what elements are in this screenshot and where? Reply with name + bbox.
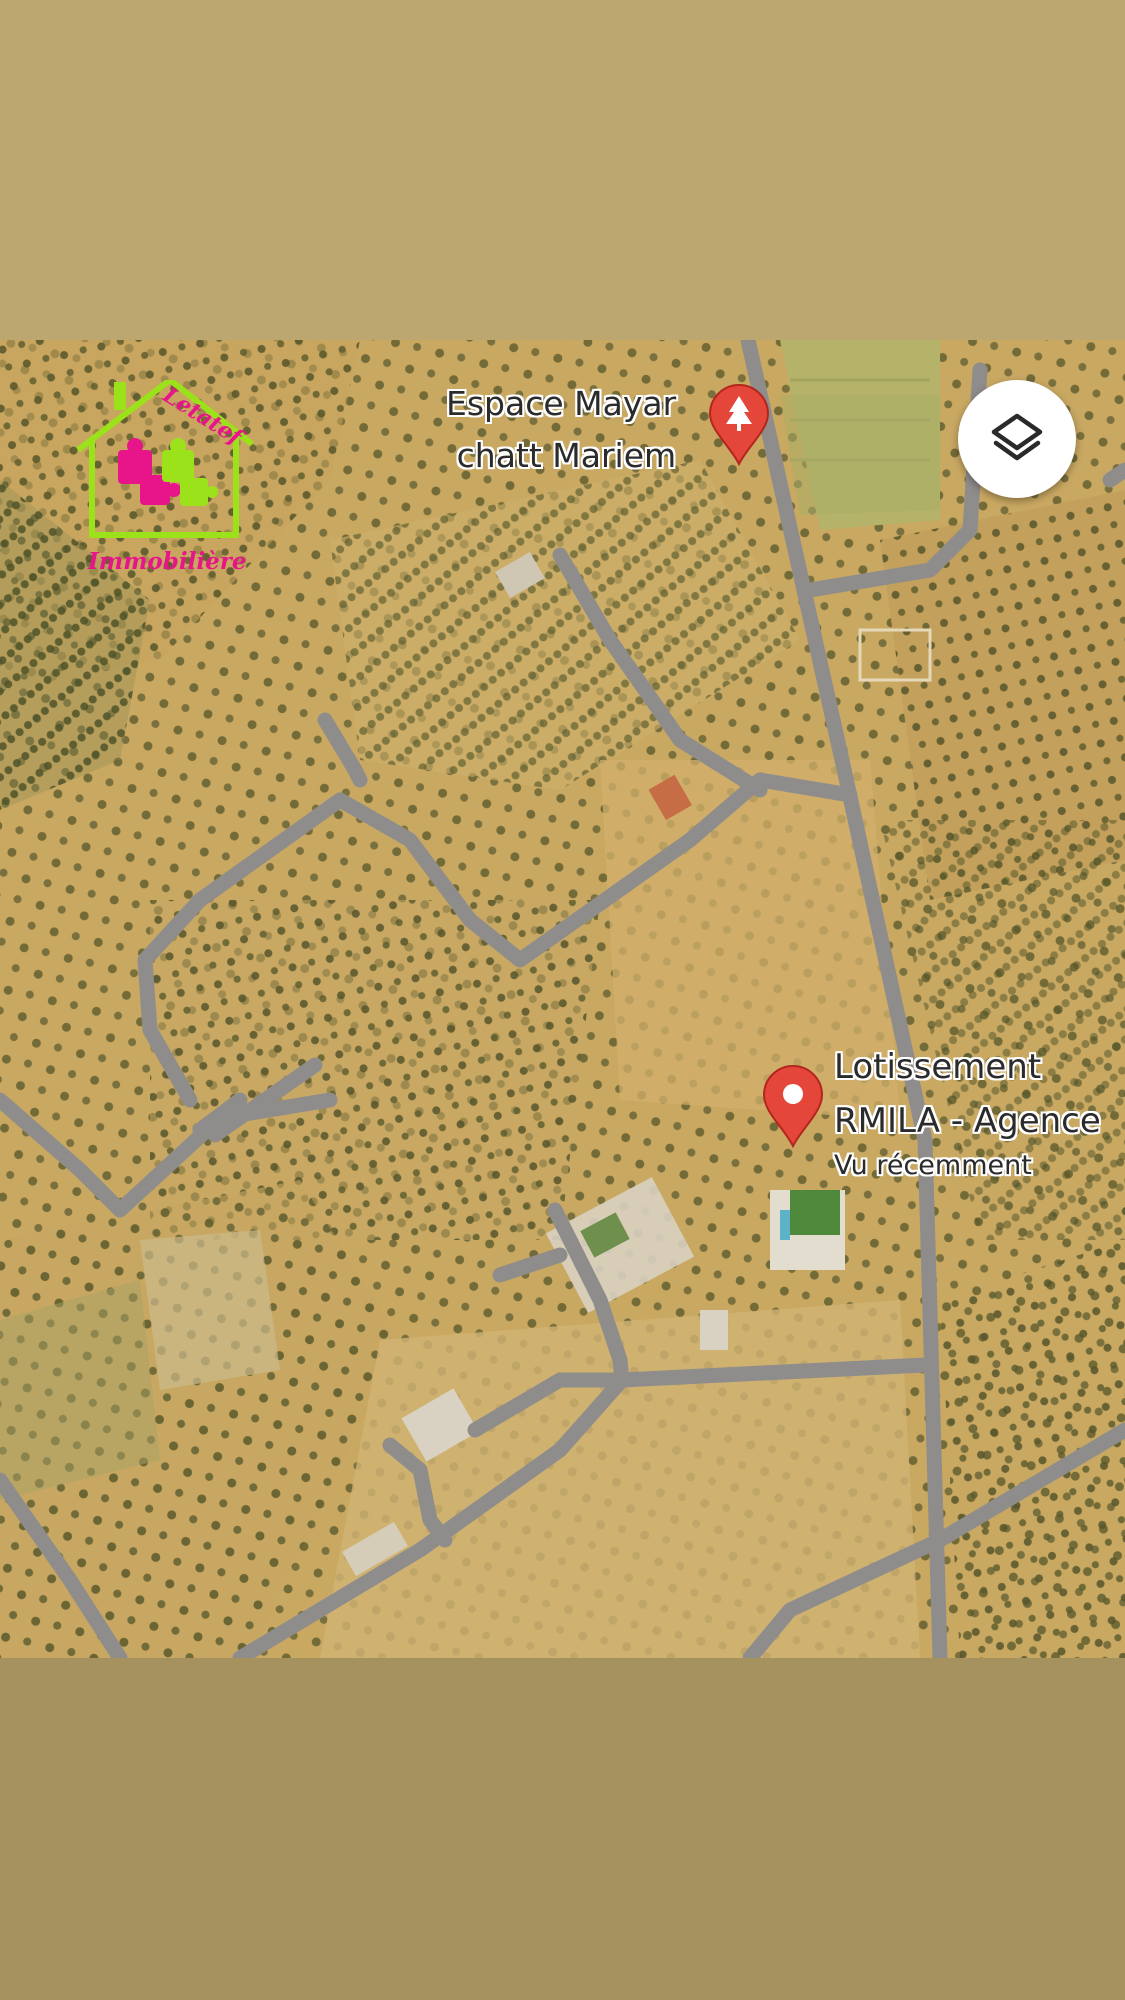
logo-bottom-text: Immobilière [88, 548, 247, 575]
park-pin-icon[interactable] [708, 384, 770, 466]
layers-icon [991, 413, 1043, 461]
place-label-lotissement-rmila[interactable]: Lotissement RMILA - Agence Vu récemment [834, 1040, 1101, 1184]
location-pin-icon[interactable] [762, 1064, 824, 1148]
place-name-line2: RMILA - Agence [834, 1101, 1101, 1141]
bottom-background-band [0, 1658, 1125, 2000]
satellite-map[interactable]: Letatef Immobilière Espace Mayar chatt M… [0, 340, 1125, 1658]
top-background-band [0, 0, 1125, 340]
map-layers-button[interactable] [958, 380, 1076, 498]
place-status: Vu récemment [834, 1150, 1032, 1181]
puzzle-icon [118, 438, 218, 506]
place-name-line2: chatt Mariem [456, 436, 677, 475]
place-name-line1: Espace Mayar [446, 384, 677, 423]
place-label-espace-mayar[interactable]: Espace Mayar chatt Mariem [446, 378, 676, 482]
place-name-line1: Lotissement [834, 1047, 1042, 1087]
